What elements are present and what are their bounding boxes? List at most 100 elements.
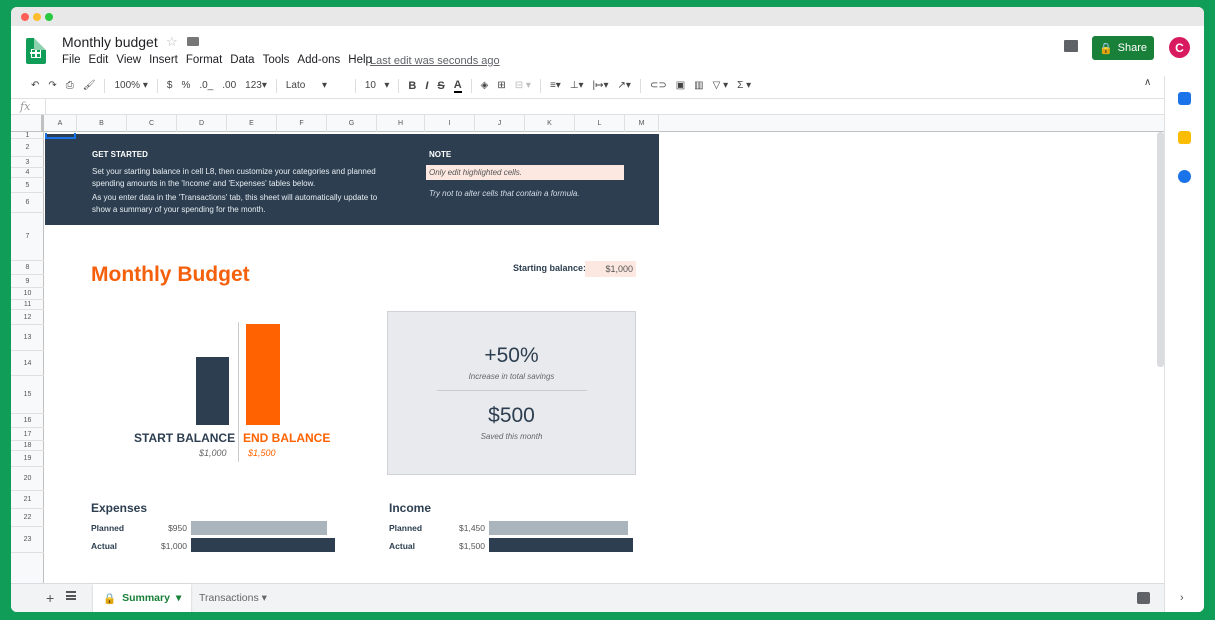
font-size-select[interactable]: 10 ▾: [365, 80, 389, 91]
row-header[interactable]: 21: [11, 491, 44, 509]
collapse-toolbar-icon[interactable]: ∧: [1144, 77, 1151, 88]
row-header[interactable]: 12: [11, 310, 44, 325]
note-highlight-cell[interactable]: Only edit highlighted cells.: [426, 165, 624, 180]
row-header[interactable]: 2: [11, 139, 44, 157]
add-sheet-icon[interactable]: +: [46, 590, 54, 606]
last-edit-link[interactable]: Last edit was seconds ago: [370, 55, 500, 67]
menu-format[interactable]: Format: [186, 54, 222, 66]
redo-icon[interactable]: ↷: [48, 80, 56, 91]
column-header-d[interactable]: D: [177, 115, 227, 132]
document-title[interactable]: Monthly budget: [62, 34, 158, 50]
menu-view[interactable]: View: [116, 54, 141, 66]
fill-color-icon[interactable]: ◈: [481, 80, 489, 91]
calendar-icon[interactable]: [1178, 92, 1191, 105]
column-header-j[interactable]: J: [475, 115, 525, 132]
undo-icon[interactable]: ↶: [31, 80, 39, 91]
text-wrap-icon[interactable]: |↦▾: [593, 80, 609, 91]
link-icon[interactable]: ⊂⊃: [650, 80, 667, 91]
close-window-button[interactable]: [21, 13, 29, 21]
filter-icon[interactable]: ▽ ▾: [713, 80, 729, 91]
insert-chart-icon[interactable]: ▥: [694, 80, 703, 91]
row-header[interactable]: 15: [11, 376, 44, 414]
sheets-logo-icon[interactable]: [26, 38, 46, 64]
font-select[interactable]: Lato ▾: [286, 80, 346, 91]
menu-file[interactable]: File: [62, 54, 81, 66]
tab-summary[interactable]: 🔒 Summary ▾: [93, 584, 191, 612]
column-header-m[interactable]: M: [625, 115, 659, 132]
row-header[interactable]: 4: [11, 168, 44, 178]
column-header-k[interactable]: K: [525, 115, 575, 132]
row-header[interactable]: 14: [11, 351, 44, 376]
row-header[interactable]: 20: [11, 467, 44, 491]
row-header[interactable]: 10: [11, 288, 44, 300]
expand-side-panel-icon[interactable]: ›: [1180, 592, 1184, 604]
row-header[interactable]: 5: [11, 178, 44, 193]
merge-cells-icon[interactable]: ⊟ ▾: [515, 80, 531, 91]
select-all-corner[interactable]: [11, 115, 44, 132]
menu-addons[interactable]: Add-ons: [297, 54, 340, 66]
row-header[interactable]: 3: [11, 157, 44, 168]
share-button[interactable]: 🔒 Share: [1092, 36, 1154, 60]
column-header-c[interactable]: C: [127, 115, 177, 132]
row-header[interactable]: 8: [11, 261, 44, 275]
more-formats-button[interactable]: 123▾: [245, 80, 267, 91]
insert-comment-icon[interactable]: ▣: [676, 80, 685, 91]
row-header[interactable]: 11: [11, 300, 44, 310]
row-header[interactable]: 7: [11, 213, 44, 261]
bold-button[interactable]: B: [408, 80, 416, 92]
starting-balance-input[interactable]: $1,000: [585, 261, 636, 277]
folder-icon[interactable]: [187, 37, 199, 46]
column-header-b[interactable]: B: [77, 115, 127, 132]
zoom-select[interactable]: 100% ▾: [114, 80, 147, 91]
comment-icon[interactable]: [1064, 40, 1078, 52]
column-header-a[interactable]: A: [44, 115, 77, 132]
formula-input[interactable]: [53, 101, 1153, 113]
selected-cell-a1[interactable]: [45, 133, 76, 139]
menu-insert[interactable]: Insert: [149, 54, 178, 66]
tab-transactions[interactable]: Transactions ▾: [199, 592, 267, 604]
row-header[interactable]: 17: [11, 428, 44, 441]
column-header-i[interactable]: I: [425, 115, 475, 132]
star-icon[interactable]: ☆: [166, 34, 178, 50]
italic-button[interactable]: I: [425, 80, 428, 92]
row-header[interactable]: 22: [11, 509, 44, 527]
increase-decimal-button[interactable]: .00: [222, 80, 236, 91]
vertical-scrollbar[interactable]: [1157, 132, 1164, 367]
explore-icon[interactable]: [1137, 592, 1150, 604]
sheet-grid[interactable]: GET STARTED Set your starting balance in…: [44, 132, 1164, 583]
row-header[interactable]: 1: [11, 132, 44, 139]
maximize-window-button[interactable]: [45, 13, 53, 21]
borders-icon[interactable]: ⊞: [497, 80, 505, 91]
decrease-decimal-button[interactable]: .0_: [199, 80, 213, 91]
row-header[interactable]: 6: [11, 193, 44, 213]
strikethrough-button[interactable]: S: [437, 80, 444, 92]
text-color-button[interactable]: A: [453, 79, 462, 93]
percent-button[interactable]: %: [181, 80, 190, 91]
minimize-window-button[interactable]: [33, 13, 41, 21]
functions-button[interactable]: Σ ▾: [737, 80, 751, 91]
row-header[interactable]: 9: [11, 275, 44, 288]
column-header-f[interactable]: F: [277, 115, 327, 132]
column-header-e[interactable]: E: [227, 115, 277, 132]
menu-edit[interactable]: Edit: [89, 54, 109, 66]
row-header[interactable]: 23: [11, 527, 44, 553]
print-icon[interactable]: ⎙: [66, 80, 74, 91]
vertical-align-icon[interactable]: ⊥▾: [570, 80, 584, 91]
row-header[interactable]: 19: [11, 451, 44, 467]
row-header[interactable]: 16: [11, 414, 44, 428]
menu-help[interactable]: Help: [348, 54, 372, 66]
paint-format-icon[interactable]: 🖌: [83, 80, 96, 91]
row-header[interactable]: 18: [11, 441, 44, 451]
tasks-icon[interactable]: [1178, 170, 1191, 183]
keep-icon[interactable]: [1178, 131, 1191, 144]
column-header-l[interactable]: L: [575, 115, 625, 132]
avatar[interactable]: C: [1169, 37, 1190, 58]
all-sheets-icon[interactable]: [66, 591, 76, 600]
currency-button[interactable]: $: [167, 80, 173, 91]
row-header[interactable]: 13: [11, 325, 44, 351]
menu-data[interactable]: Data: [230, 54, 254, 66]
column-header-g[interactable]: G: [327, 115, 377, 132]
text-rotate-icon[interactable]: ↗▾: [618, 80, 631, 91]
column-header-h[interactable]: H: [377, 115, 425, 132]
menu-tools[interactable]: Tools: [263, 54, 290, 66]
